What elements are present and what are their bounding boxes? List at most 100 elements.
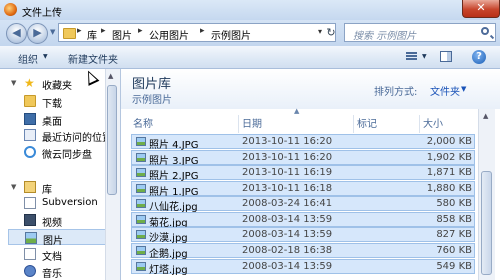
preview-pane-icon[interactable] xyxy=(440,51,452,62)
column-header-size[interactable]: 大小 xyxy=(423,115,443,133)
file-date: 2013-10-11 16:19 xyxy=(242,167,333,178)
expand-icon[interactable]: ▼ xyxy=(11,183,16,191)
breadcrumb-separator[interactable]: ▸ xyxy=(77,26,82,36)
view-options-icon[interactable] xyxy=(406,52,417,61)
file-row[interactable]: 照片 3.JPG 2013-10-11 16:20 1,902 KB xyxy=(131,150,475,167)
file-row[interactable]: 企鹅.jpg 2008-02-18 16:38 760 KB xyxy=(131,243,475,260)
file-size: 827 KB xyxy=(436,229,472,240)
sidebar-item-pictures[interactable]: 图片 xyxy=(8,229,116,247)
breadcrumb-separator[interactable]: ▸ xyxy=(138,26,143,36)
breadcrumb-separator[interactable]: ▸ xyxy=(200,26,205,36)
image-file-icon xyxy=(136,246,146,255)
column-header-name[interactable]: 名称 xyxy=(133,115,153,133)
sidebar-item-subversion[interactable]: Subversion xyxy=(8,195,116,211)
image-file-icon xyxy=(136,168,146,177)
file-row[interactable]: 沙漠.jpg 2008-03-14 13:59 827 KB xyxy=(131,227,475,244)
scroll-up-icon[interactable]: ▲ xyxy=(483,112,488,120)
column-header-date[interactable]: 日期 xyxy=(242,115,262,133)
address-bar[interactable]: ▸ 库 ▸ 图片 ▸ 公用图片 ▸ 示例图片 ▾ xyxy=(58,23,336,42)
chevron-down-icon[interactable]: ▼ xyxy=(422,53,427,60)
sidebar-item-documents[interactable]: 文档 xyxy=(8,246,116,263)
breadcrumb-separator[interactable]: ▸ xyxy=(101,26,106,36)
image-file-icon xyxy=(136,153,146,162)
breadcrumb-public-pictures[interactable]: 公用图片 xyxy=(149,27,189,42)
search-input[interactable]: 搜索 示例图片 xyxy=(344,23,496,42)
file-date: 2013-10-11 16:18 xyxy=(242,183,333,194)
close-button[interactable]: ✕ xyxy=(462,0,500,18)
sidebar-item-desktop[interactable]: 桌面 xyxy=(8,111,116,128)
organize-button[interactable]: 组织 xyxy=(18,51,38,66)
expand-icon[interactable]: ▼ xyxy=(11,79,16,87)
file-date: 2008-03-24 16:41 xyxy=(242,198,333,209)
music-icon xyxy=(24,265,36,277)
column-divider[interactable] xyxy=(419,115,420,133)
file-row[interactable]: 照片 1.JPG 2013-10-11 16:18 1,880 KB xyxy=(131,181,475,198)
window-title: 文件上传 xyxy=(22,8,62,19)
image-file-icon xyxy=(136,262,146,271)
sidebar-item-recent-places[interactable]: 最近访问的位置 xyxy=(8,127,116,144)
recent-pages-dropdown-icon[interactable]: ▼ xyxy=(50,28,55,36)
forward-button[interactable]: ▶ xyxy=(27,23,48,44)
sidebar-item-cloud-sync[interactable]: 微云同步盘 xyxy=(8,144,116,161)
command-toolbar: 组织 ▼ 新建文件夹 ▼ ? xyxy=(0,46,500,69)
monitor-icon xyxy=(24,113,36,125)
library-header: 图片库 示例图片 排列方式: 文件夹 ▼ xyxy=(121,69,500,109)
file-row[interactable]: 照片 2.JPG 2013-10-11 16:19 1,871 KB xyxy=(131,165,475,182)
refresh-button[interactable]: ↻ xyxy=(322,24,340,41)
sidebar-item-label: 视频 xyxy=(42,218,62,229)
document-icon xyxy=(24,248,36,260)
column-header-tags[interactable]: 标记 xyxy=(357,115,377,133)
file-date: 2008-03-14 13:59 xyxy=(242,214,333,225)
image-file-icon xyxy=(136,137,146,146)
sidebar-scroll-thumb[interactable] xyxy=(107,85,117,195)
video-icon xyxy=(24,214,36,226)
file-size: 2,000 KB xyxy=(426,136,472,147)
file-size: 1,902 KB xyxy=(426,152,472,163)
file-name: 企鹅.jpg xyxy=(149,249,188,260)
sidebar-item-libraries[interactable]: ▼ 库 xyxy=(8,179,116,196)
file-name: 照片 4.JPG xyxy=(149,140,199,151)
search-icon[interactable] xyxy=(481,27,489,35)
sidebar-item-downloads[interactable]: 下载 xyxy=(8,93,116,110)
file-row[interactable]: 照片 4.JPG 2013-10-11 16:20 2,000 KB xyxy=(131,134,475,151)
file-size: 858 KB xyxy=(436,214,472,225)
file-size: 549 KB xyxy=(436,261,472,272)
chevron-down-icon[interactable]: ▼ xyxy=(461,85,466,93)
folder-icon xyxy=(24,95,36,107)
arrange-by-label: 排列方式: xyxy=(374,87,418,98)
image-file-icon xyxy=(136,199,146,208)
file-row[interactable]: 八仙花.jpg 2008-03-24 16:41 580 KB xyxy=(131,196,475,213)
file-row[interactable]: 灯塔.jpg 2008-03-14 13:59 549 KB xyxy=(131,259,475,276)
file-name: 照片 2.JPG xyxy=(149,171,199,182)
new-folder-button[interactable]: 新建文件夹 xyxy=(68,51,118,66)
back-button[interactable]: ◀ xyxy=(6,23,27,44)
scroll-up-icon[interactable]: ▲ xyxy=(108,72,113,80)
sort-arrow-icon: ▲ xyxy=(294,107,300,115)
file-size: 1,880 KB xyxy=(426,183,472,194)
column-divider[interactable] xyxy=(353,115,354,133)
sidebar-item-label: 收藏夹 xyxy=(42,81,72,92)
help-icon[interactable]: ? xyxy=(472,50,486,64)
file-date: 2008-02-18 16:38 xyxy=(242,245,333,256)
sidebar-item-favorites[interactable]: ▼ ★ 收藏夹 xyxy=(8,75,116,92)
sidebar-item-music[interactable]: 音乐 xyxy=(8,263,116,280)
arrange-by-dropdown[interactable]: 文件夹 xyxy=(430,83,460,98)
document-icon xyxy=(24,197,36,209)
cloud-icon xyxy=(24,146,36,158)
file-row[interactable]: 菊花.jpg 2008-03-14 13:59 858 KB xyxy=(131,212,475,229)
file-size: 1,871 KB xyxy=(426,167,472,178)
file-name: 八仙花.jpg xyxy=(149,202,198,213)
file-date: 2008-03-14 13:59 xyxy=(242,229,333,240)
title-bar[interactable]: 文件上传 ✕ xyxy=(0,0,500,20)
breadcrumb-library[interactable]: 库 xyxy=(87,27,97,42)
file-size: 760 KB xyxy=(436,245,472,256)
file-list-scroll-thumb[interactable] xyxy=(481,171,492,275)
sidebar-item-videos[interactable]: 视频 xyxy=(8,212,116,229)
navigation-pane: ▼ ★ 收藏夹 下载 桌面 最近访问的位置 微云同步盘 ▼ 库 Subversi… xyxy=(0,69,121,280)
column-divider[interactable] xyxy=(238,115,239,133)
breadcrumb-pictures[interactable]: 图片 xyxy=(112,27,132,42)
breadcrumb-sample-pictures[interactable]: 示例图片 xyxy=(211,27,251,42)
library-icon xyxy=(24,181,36,193)
sidebar-item-label: 桌面 xyxy=(42,117,62,128)
clock-icon xyxy=(24,129,36,141)
